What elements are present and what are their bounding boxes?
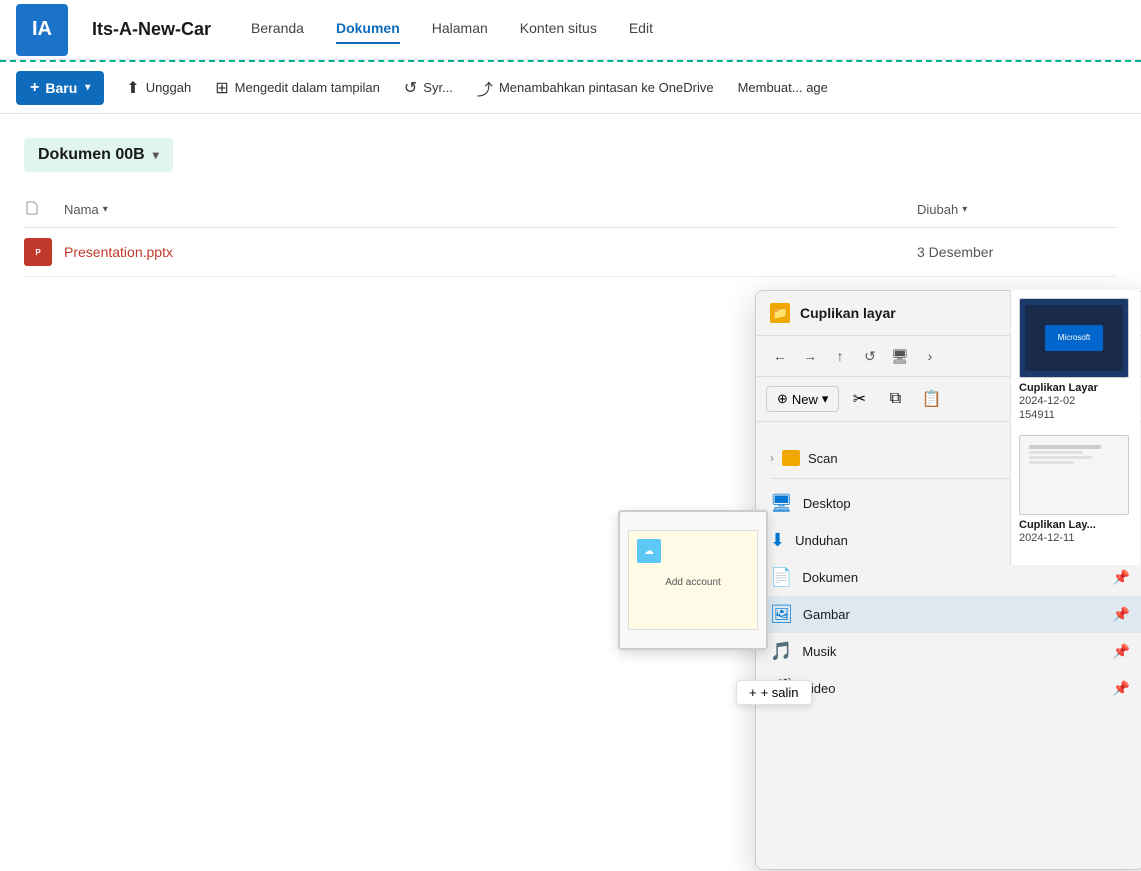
upload-label: Unggah	[146, 80, 192, 95]
nav-dokumen[interactable]: Dokumen	[336, 20, 400, 40]
fe-copy-button[interactable]: ⧉	[879, 383, 911, 415]
fe-musik-label: Musik	[802, 644, 836, 659]
fe-cut-button[interactable]: ✂	[843, 383, 875, 415]
new-button[interactable]: + Baru ▾	[16, 71, 104, 105]
nav-links: Beranda Dokumen Halaman Konten situs Edi…	[251, 20, 653, 40]
fe-monitor-button[interactable]: 🖥	[886, 342, 914, 370]
nav-konten-situs[interactable]: Konten situs	[520, 20, 597, 40]
fe-desktop-label: Desktop	[803, 496, 851, 511]
document-icon: 📄	[770, 567, 792, 588]
create-label: Membuat... age	[738, 80, 828, 95]
pin-icon: 📌	[1113, 569, 1130, 586]
thumb-time-1: 154911	[1019, 408, 1132, 422]
name-col-label: Nama	[64, 202, 99, 217]
desktop-icon: 🖥	[770, 493, 793, 514]
download-icon: ⬇	[770, 530, 785, 551]
chevron-down-icon: ▾	[85, 82, 90, 93]
fe-new-button[interactable]: ⊕ New ▾	[766, 386, 839, 412]
thumb-label-2: Cuplikan Lay...	[1019, 519, 1132, 531]
nav-halaman[interactable]: Halaman	[432, 20, 488, 40]
pin-icon: 📌	[1113, 606, 1130, 623]
app-logo: IA	[16, 4, 68, 56]
file-modified-date: 3 Desember	[917, 244, 993, 260]
upload-button[interactable]: ⬆ Unggah	[116, 72, 201, 104]
file-preview-thumb: ☁ Add account	[618, 510, 768, 650]
fe-refresh-button[interactable]: ↺	[856, 342, 884, 370]
fe-back-button[interactable]: ←	[766, 342, 794, 370]
onedrive-preview-icon: ☁	[637, 539, 661, 563]
fe-scan-folder-icon	[782, 450, 800, 466]
list-item[interactable]: 🖼 Gambar 📌	[756, 596, 1141, 633]
nav-beranda[interactable]: Beranda	[251, 20, 304, 40]
grid-icon: ⊞	[215, 78, 228, 98]
fe-scan-label: Scan	[808, 451, 838, 466]
list-item[interactable]: 🎵 Musik 📌	[756, 633, 1141, 670]
sync-button[interactable]: ↺ Syr...	[394, 72, 463, 104]
folder-name: Dokumen 00B	[38, 146, 145, 164]
folder-chevron-icon: ▾	[153, 148, 159, 162]
onedrive-label: Menambahkan pintasan ke OneDrive	[499, 80, 714, 95]
fe-unduhan-label: Unduhan	[795, 533, 848, 548]
fe-expand-icon: ›	[770, 451, 774, 465]
toolbar: + Baru ▾ ⬆ Unggah ⊞ Mengedit dalam tampi…	[0, 62, 1141, 114]
name-sort-icon: ▾	[103, 204, 108, 215]
thumb-label-1: Cuplikan Layar	[1019, 382, 1132, 394]
thumb-date-2: 2024-12-11	[1019, 531, 1132, 545]
upload-icon: ⬆	[126, 78, 139, 98]
copy-tooltip[interactable]: + + salin	[736, 680, 812, 705]
fe-folder-icon: 📁	[770, 303, 790, 323]
thumb-image-light	[1019, 435, 1129, 515]
list-item[interactable]: 🎬 Video 📌	[756, 670, 1141, 707]
music-icon: 🎵	[770, 641, 792, 662]
fe-gambar-label: Gambar	[803, 607, 850, 622]
table-row[interactable]: P Presentation.pptx 3 Desember	[24, 228, 1117, 277]
file-type-icon: P	[24, 238, 64, 266]
sync-icon: ↺	[404, 78, 417, 98]
file-list-header: Nama ▾ Diubah ▾	[24, 192, 1117, 228]
edit-view-label: Mengedit dalam tampilan	[235, 80, 380, 95]
pin-icon: 📌	[1113, 643, 1130, 660]
nav-edit[interactable]: Edit	[629, 20, 653, 40]
fe-forward-button[interactable]: →	[796, 342, 824, 370]
copy-plus-icon: +	[749, 685, 757, 700]
fe-new-label: New	[792, 392, 818, 407]
fe-paste-button[interactable]: 📋	[915, 383, 947, 415]
edit-view-button[interactable]: ⊞ Mengedit dalam tampilan	[205, 72, 390, 104]
file-icon-header	[24, 200, 40, 216]
new-button-label: Baru	[45, 80, 77, 96]
app-title: Its-A-New-Car	[92, 19, 211, 40]
content-area: Dokumen 00B ▾ Nama ▾ Diubah ▾ P Presenta…	[0, 114, 1141, 277]
onedrive-icon: ⤴	[477, 76, 493, 100]
thumbnails-panel: Microsoft Cuplikan Layar 2024-12-02 1549…	[1010, 290, 1140, 565]
sync-label: Syr...	[423, 80, 453, 95]
fe-new-plus-icon: ⊕	[777, 391, 788, 407]
name-col-header[interactable]: Nama ▾	[64, 202, 917, 217]
file-name: Presentation.pptx	[64, 244, 173, 260]
preview-inner: ☁ Add account	[628, 530, 758, 630]
thumb-date-1: 2024-12-02	[1019, 394, 1132, 408]
onedrive-button[interactable]: ⤴ Menambahkan pintasan ke OneDrive	[467, 70, 724, 106]
top-nav: IA Its-A-New-Car Beranda Dokumen Halaman…	[0, 0, 1141, 60]
modified-col-label: Diubah	[917, 202, 958, 217]
fe-expand-button[interactable]: ›	[916, 342, 944, 370]
pin-icon: 📌	[1113, 680, 1130, 697]
icon-col-header	[24, 200, 64, 219]
plus-icon: +	[30, 79, 39, 97]
fe-up-button[interactable]: ↑	[826, 342, 854, 370]
fe-new-chevron-icon: ▾	[822, 391, 829, 407]
add-account-label: Add account	[665, 577, 721, 588]
thumbnail-item[interactable]: Cuplikan Lay... 2024-12-11	[1019, 435, 1132, 545]
thumbnail-item[interactable]: Microsoft Cuplikan Layar 2024-12-02 1549…	[1019, 298, 1132, 423]
create-button[interactable]: Membuat... age	[728, 74, 838, 101]
modified-col-header[interactable]: Diubah ▾	[917, 202, 1117, 217]
copy-label: + salin	[761, 685, 799, 700]
picture-icon: 🖼	[770, 604, 793, 625]
fe-dokumen-label: Dokumen	[802, 570, 858, 585]
thumb-image-dark: Microsoft	[1019, 298, 1129, 378]
folder-selector[interactable]: Dokumen 00B ▾	[24, 138, 173, 172]
pptx-icon: P	[24, 238, 52, 266]
modified-sort-icon: ▾	[962, 204, 967, 215]
